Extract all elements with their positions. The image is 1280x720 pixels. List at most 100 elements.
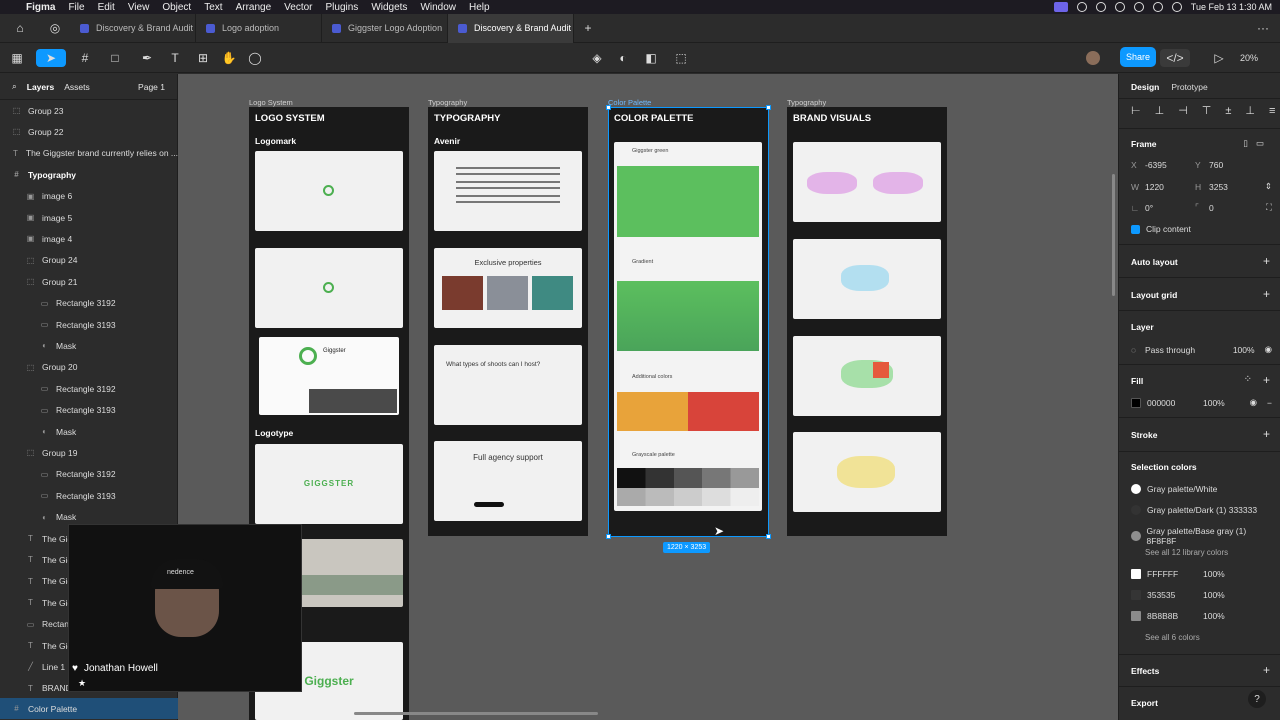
- crop-icon[interactable]: ⬚: [672, 49, 690, 67]
- layer-row[interactable]: ▭ Rectangle 3193: [0, 400, 178, 421]
- align-left-icon[interactable]: ⊢: [1131, 104, 1141, 117]
- color-row[interactable]: 8B8B8B 100%: [1131, 611, 1272, 621]
- frame-label-brand-visuals[interactable]: Typography: [787, 98, 826, 107]
- layer-row[interactable]: ▭ Rectangle 3192: [0, 293, 178, 314]
- menu-help[interactable]: Help: [469, 2, 490, 13]
- resources-icon[interactable]: ⊞: [194, 49, 212, 67]
- effects-section-title[interactable]: Effects: [1131, 666, 1159, 676]
- layer-row[interactable]: ⬚ Group 23: [0, 100, 178, 121]
- frame-typography[interactable]: TYPOGRAPHY Avenir Exclusive properties W…: [428, 107, 588, 536]
- menu-text[interactable]: Text: [204, 2, 222, 13]
- tray-icon[interactable]: [1114, 2, 1125, 12]
- fill-hex-field[interactable]: 000000: [1147, 398, 1203, 408]
- page-selector[interactable]: Page 1: [138, 82, 165, 92]
- color-row[interactable]: FFFFFF 100%: [1131, 569, 1272, 579]
- menu-arrange[interactable]: Arrange: [236, 2, 272, 13]
- new-tab-icon[interactable]: +: [574, 14, 602, 43]
- screen-record-icon[interactable]: [1053, 2, 1068, 12]
- distribute-icon[interactable]: ≡: [1269, 105, 1275, 117]
- tab-design[interactable]: Design: [1131, 82, 1159, 92]
- frame-label-color-palette[interactable]: Color Palette: [608, 98, 651, 107]
- align-right-icon[interactable]: ⊣: [1178, 104, 1188, 117]
- menu-file[interactable]: File: [68, 2, 84, 13]
- boolean-icon[interactable]: ◧: [642, 49, 660, 67]
- color-row[interactable]: 353535 100%: [1131, 590, 1272, 600]
- frame-section-title[interactable]: Frame: [1131, 139, 1157, 149]
- tab-layers[interactable]: Layers: [27, 82, 54, 92]
- align-center-icon[interactable]: ⊥: [1155, 104, 1165, 117]
- export-section-title[interactable]: Export: [1131, 698, 1158, 708]
- tray-icon[interactable]: [1076, 2, 1087, 12]
- wifi-icon[interactable]: [1152, 2, 1163, 12]
- radius-field[interactable]: 0: [1209, 203, 1214, 213]
- layer-row[interactable]: ▭ Rectangle 3192: [0, 378, 178, 399]
- tray-icon[interactable]: [1133, 2, 1144, 12]
- add-fill-icon[interactable]: +: [1263, 373, 1270, 387]
- share-button[interactable]: Share: [1120, 47, 1156, 67]
- present-icon[interactable]: ▷: [1210, 49, 1228, 67]
- frame-label-logo-system[interactable]: Logo System: [249, 98, 293, 107]
- layer-row[interactable]: ⬚ Group 22: [0, 121, 178, 142]
- fill-color-swatch[interactable]: [1131, 397, 1141, 408]
- resize-handle[interactable]: [766, 105, 771, 110]
- layer-row[interactable]: ◐ Mask: [0, 421, 178, 442]
- menu-window[interactable]: Window: [420, 2, 456, 13]
- frame-tool-icon[interactable]: #: [76, 49, 94, 67]
- remove-fill-icon[interactable]: −: [1267, 398, 1272, 408]
- layer-row[interactable]: ▣ image 4: [0, 228, 178, 249]
- layer-row[interactable]: ⬚ Group 24: [0, 250, 178, 271]
- library-color-row[interactable]: Gray palette/White: [1131, 484, 1272, 494]
- tab-prototype[interactable]: Prototype: [1171, 82, 1207, 92]
- see-all-colors[interactable]: See all 6 colors: [1131, 633, 1272, 642]
- tray-icon[interactable]: [1095, 2, 1106, 12]
- dev-mode-icon[interactable]: </>: [1160, 49, 1190, 67]
- orientation-icon[interactable]: ▯▭: [1243, 138, 1272, 149]
- resize-handle[interactable]: [766, 534, 771, 539]
- layer-row[interactable]: ▭ Rectangle 3193: [0, 485, 178, 506]
- library-color-row[interactable]: Gray palette/Base gray (1) 8F8F8F: [1131, 526, 1272, 546]
- fill-opacity-field[interactable]: 100%: [1203, 398, 1225, 408]
- main-menu-icon[interactable]: ▦: [8, 49, 26, 67]
- more-icon[interactable]: ···: [1254, 19, 1272, 37]
- layout-grid-title[interactable]: Layout grid: [1131, 290, 1177, 300]
- search-icon[interactable]: ⌕: [12, 81, 17, 92]
- see-all-library-colors[interactable]: See all 12 library colors: [1131, 548, 1272, 557]
- blend-mode-select[interactable]: Pass through: [1145, 345, 1195, 355]
- add-stroke-icon[interactable]: +: [1263, 427, 1270, 441]
- zoom-level[interactable]: 20%: [1240, 49, 1258, 67]
- horizontal-scrollbar[interactable]: [354, 712, 598, 715]
- layer-row[interactable]: ▭ Rectangle 3192: [0, 464, 178, 485]
- frame-brand-visuals[interactable]: BRAND VISUALS: [787, 107, 947, 536]
- move-tool-icon[interactable]: ➤: [36, 49, 66, 67]
- fill-styles-icon[interactable]: ⁘: [1244, 374, 1252, 385]
- layer-opacity-field[interactable]: 100%: [1233, 345, 1255, 355]
- menu-vector[interactable]: Vector: [284, 2, 312, 13]
- align-middle-icon[interactable]: ±: [1225, 105, 1231, 117]
- comment-tool-icon[interactable]: ◯: [246, 49, 264, 67]
- menu-view[interactable]: View: [128, 2, 150, 13]
- tab-discovery-audit-active[interactable]: Discovery & Brand Audit✕: [448, 13, 574, 43]
- help-icon[interactable]: ?: [1248, 690, 1266, 708]
- layer-row[interactable]: ⬚ Group 19: [0, 442, 178, 463]
- mask-icon[interactable]: ◐: [614, 49, 632, 67]
- clip-content-checkbox[interactable]: [1131, 224, 1140, 234]
- tab-giggster-logo[interactable]: Giggster Logo Adoption: [322, 13, 448, 43]
- layer-row[interactable]: ◐ Mask: [0, 335, 178, 356]
- menu-plugins[interactable]: Plugins: [326, 2, 359, 13]
- pen-tool-icon[interactable]: ✒: [138, 49, 156, 67]
- width-field[interactable]: 1220: [1145, 182, 1195, 192]
- tab-assets[interactable]: Assets: [64, 82, 90, 92]
- library-color-row[interactable]: Gray palette/Dark (1) 333333: [1131, 505, 1272, 515]
- menu-edit[interactable]: Edit: [98, 2, 115, 13]
- auto-layout-title[interactable]: Auto layout: [1131, 257, 1178, 267]
- corner-icon[interactable]: ⛶: [1266, 202, 1272, 213]
- menu-app-name[interactable]: Figma: [26, 2, 55, 13]
- align-top-icon[interactable]: ⊤: [1202, 104, 1212, 117]
- text-tool-icon[interactable]: T: [166, 49, 184, 67]
- vertical-scrollbar[interactable]: [1112, 174, 1115, 296]
- add-auto-layout-icon[interactable]: +: [1263, 254, 1270, 268]
- layer-row[interactable]: ⬚ Group 20: [0, 357, 178, 378]
- layer-row[interactable]: # Typography: [0, 164, 178, 185]
- add-effect-icon[interactable]: +: [1263, 663, 1270, 677]
- layer-row[interactable]: ▣ image 6: [0, 186, 178, 207]
